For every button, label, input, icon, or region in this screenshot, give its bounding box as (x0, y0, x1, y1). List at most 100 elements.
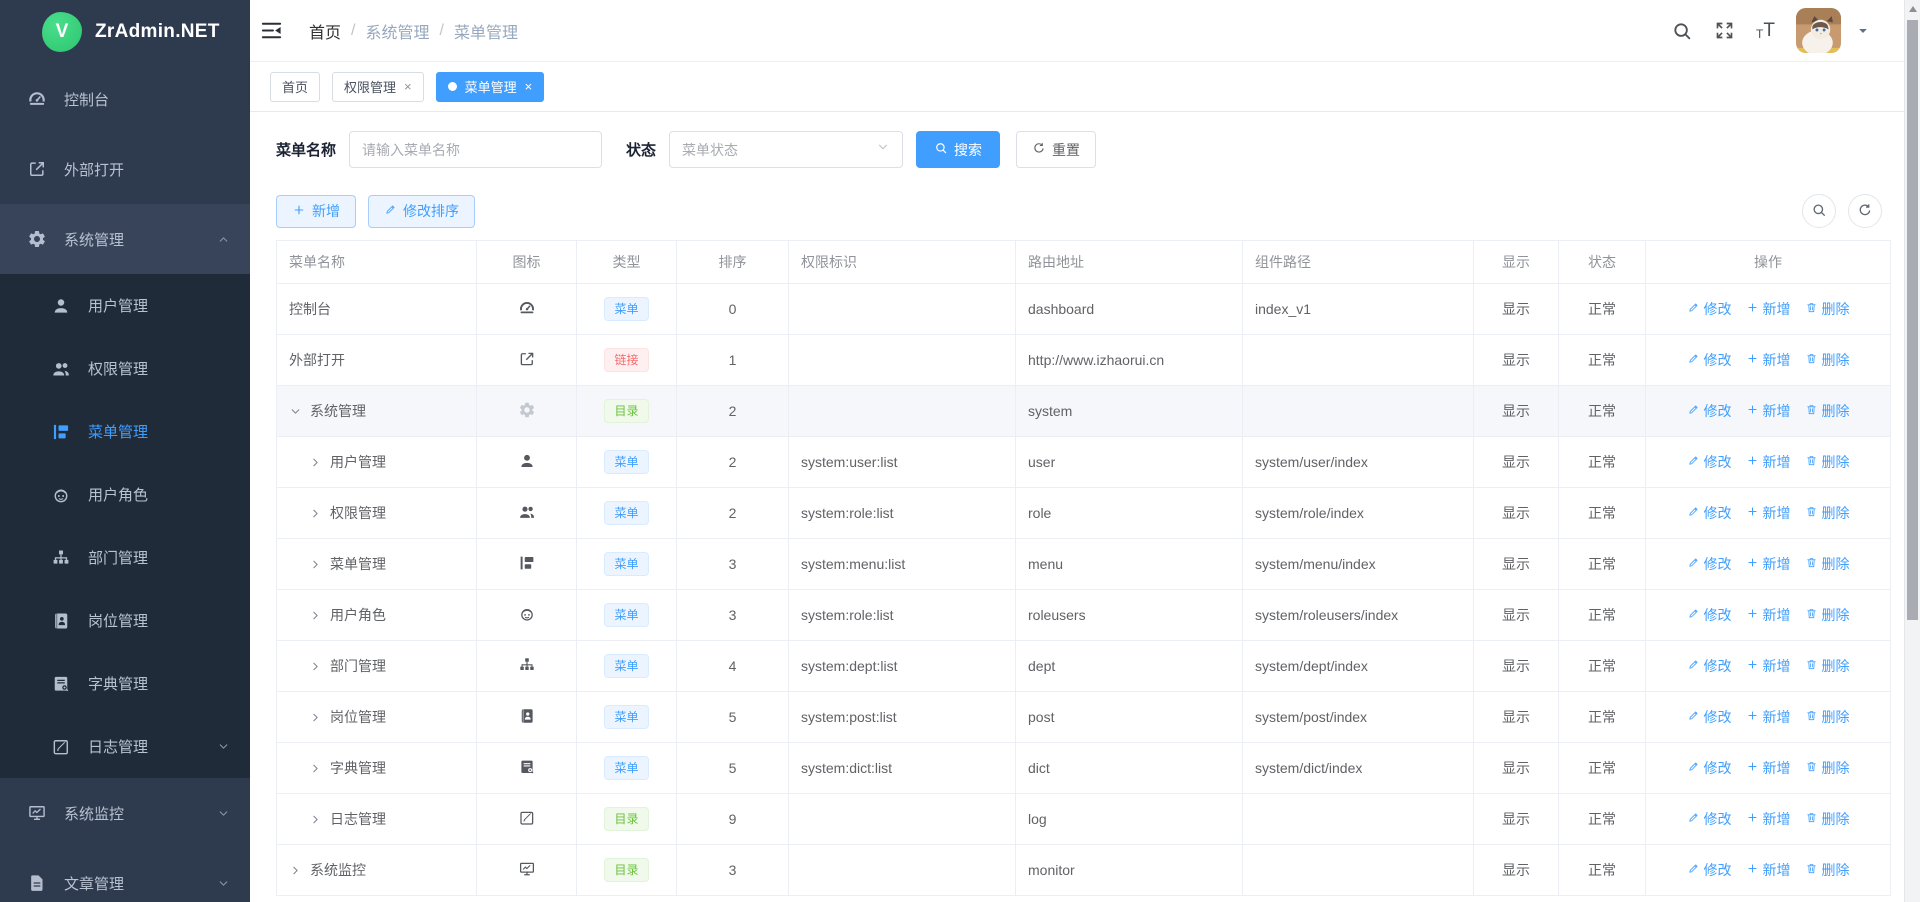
search-button[interactable]: 搜索 (916, 131, 1000, 168)
action-add[interactable]: 新增 (1746, 605, 1791, 625)
action-delete[interactable]: 删除 (1805, 554, 1850, 574)
sidebar-item[interactable]: 字典管理 (0, 652, 250, 715)
sidebar-item[interactable]: 岗位管理 (0, 589, 250, 652)
sidebar-item[interactable]: 用户角色 (0, 463, 250, 526)
action-delete-label: 删除 (1822, 860, 1850, 880)
plus-icon (1746, 658, 1759, 674)
chevron-right-icon[interactable] (309, 456, 322, 469)
scrollbar-thumb[interactable] (1907, 20, 1918, 620)
font-size-icon[interactable]: TT (1756, 21, 1775, 40)
action-edit[interactable]: 修改 (1687, 809, 1732, 829)
add-button[interactable]: 新增 (276, 195, 356, 228)
idcard-icon (50, 610, 72, 632)
tab-item[interactable]: 权限管理× (332, 72, 424, 102)
table-header-cell: 路由地址 (1016, 241, 1243, 284)
sidebar-item[interactable]: 外部打开 (0, 134, 250, 204)
chevron-down-icon[interactable] (289, 405, 302, 418)
sidebar-item[interactable]: 用户管理 (0, 274, 250, 337)
chevron-right-icon[interactable] (309, 609, 322, 622)
status-select[interactable]: 菜单状态 (669, 131, 903, 168)
tab-close-icon[interactable]: × (525, 80, 533, 93)
search-toggle-button[interactable] (1802, 194, 1836, 228)
search-icon[interactable] (1671, 20, 1693, 42)
app-logo[interactable]: V ZrAdmin.NET (0, 0, 250, 64)
action-add[interactable]: 新增 (1746, 350, 1791, 370)
user-avatar[interactable] (1796, 8, 1841, 53)
action-delete[interactable]: 删除 (1805, 299, 1850, 319)
chevron-right-icon[interactable] (309, 507, 322, 520)
action-delete[interactable]: 删除 (1805, 350, 1850, 370)
sidebar-item[interactable]: 日志管理 (0, 715, 250, 778)
menu-name-input[interactable] (349, 131, 602, 168)
action-edit[interactable]: 修改 (1687, 350, 1732, 370)
action-delete[interactable]: 删除 (1805, 656, 1850, 676)
scroll-up-arrow[interactable] (1905, 0, 1920, 18)
sidebar-item[interactable]: 系统管理 (0, 204, 250, 274)
edit-sort-button[interactable]: 修改排序 (368, 195, 475, 228)
action-delete[interactable]: 删除 (1805, 452, 1850, 472)
action-add[interactable]: 新增 (1746, 554, 1791, 574)
action-add[interactable]: 新增 (1746, 656, 1791, 676)
reset-button[interactable]: 重置 (1016, 131, 1096, 168)
chevron-right-icon[interactable] (309, 558, 322, 571)
trash-icon (1805, 862, 1818, 878)
chevron-right-icon[interactable] (309, 762, 322, 775)
menu-name-text: 字典管理 (330, 758, 386, 778)
menu-perm-cell: system:menu:list (789, 539, 1016, 590)
action-edit[interactable]: 修改 (1687, 656, 1732, 676)
action-add[interactable]: 新增 (1746, 758, 1791, 778)
action-add[interactable]: 新增 (1746, 299, 1791, 319)
fullscreen-icon[interactable] (1714, 20, 1735, 41)
sidebar-fold-icon[interactable] (260, 19, 283, 42)
gear-icon (518, 401, 536, 419)
action-edit[interactable]: 修改 (1687, 554, 1732, 574)
action-delete[interactable]: 删除 (1805, 401, 1850, 421)
action-delete-label: 删除 (1822, 758, 1850, 778)
vertical-scrollbar[interactable] (1904, 0, 1920, 902)
action-edit[interactable]: 修改 (1687, 605, 1732, 625)
plus-icon (1746, 454, 1759, 470)
sidebar-item[interactable]: 权限管理 (0, 337, 250, 400)
action-delete[interactable]: 删除 (1805, 860, 1850, 880)
action-add[interactable]: 新增 (1746, 860, 1791, 880)
sidebar-item[interactable]: 部门管理 (0, 526, 250, 589)
tab-item[interactable]: 首页 (270, 72, 320, 102)
sidebar-item-label: 用户角色 (88, 484, 230, 505)
action-add[interactable]: 新增 (1746, 452, 1791, 472)
action-delete[interactable]: 删除 (1805, 809, 1850, 829)
action-delete[interactable]: 删除 (1805, 707, 1850, 727)
action-edit[interactable]: 修改 (1687, 401, 1732, 421)
action-add[interactable]: 新增 (1746, 503, 1791, 523)
action-edit[interactable]: 修改 (1687, 860, 1732, 880)
chevron-right-icon[interactable] (289, 864, 302, 877)
chevron-right-icon[interactable] (309, 660, 322, 673)
action-edit[interactable]: 修改 (1687, 503, 1732, 523)
sidebar-item[interactable]: 系统监控 (0, 778, 250, 848)
action-edit[interactable]: 修改 (1687, 707, 1732, 727)
menu-type-cell: 菜单 (577, 284, 677, 335)
menu-component-cell (1243, 794, 1474, 845)
chevron-down-icon[interactable] (1856, 24, 1870, 38)
menu-name-cell: 岗位管理 (277, 692, 477, 743)
refresh-table-button[interactable] (1848, 194, 1882, 228)
sidebar-item[interactable]: 控制台 (0, 64, 250, 134)
menu-type-tag: 菜单 (604, 705, 648, 729)
action-edit[interactable]: 修改 (1687, 452, 1732, 472)
action-edit[interactable]: 修改 (1687, 299, 1732, 319)
sidebar-item[interactable]: 菜单管理 (0, 400, 250, 463)
sidebar-item[interactable]: 文章管理 (0, 848, 250, 902)
tab-active[interactable]: 菜单管理× (436, 72, 545, 102)
action-add[interactable]: 新增 (1746, 809, 1791, 829)
menu-order-cell: 4 (677, 641, 789, 692)
action-edit[interactable]: 修改 (1687, 758, 1732, 778)
tab-close-icon[interactable]: × (404, 80, 412, 93)
action-delete[interactable]: 删除 (1805, 605, 1850, 625)
breadcrumb-item: 菜单管理 (454, 19, 518, 43)
action-add[interactable]: 新增 (1746, 707, 1791, 727)
chevron-right-icon[interactable] (309, 711, 322, 724)
breadcrumb-item[interactable]: 首页 (309, 19, 341, 43)
chevron-right-icon[interactable] (309, 813, 322, 826)
action-delete[interactable]: 删除 (1805, 758, 1850, 778)
action-add[interactable]: 新增 (1746, 401, 1791, 421)
action-delete[interactable]: 删除 (1805, 503, 1850, 523)
